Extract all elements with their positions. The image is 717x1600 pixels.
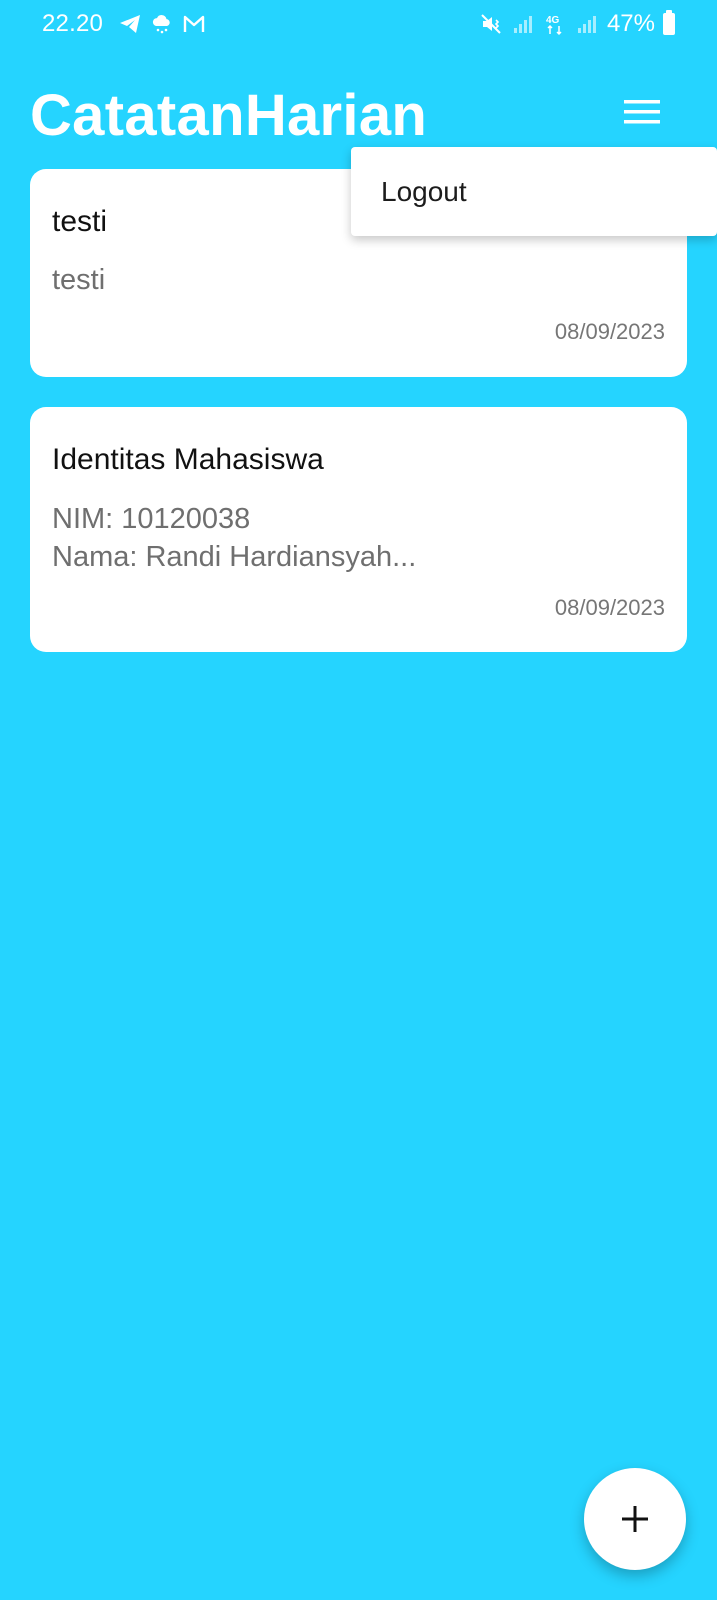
note-date: 08/09/2023 (554, 319, 665, 344)
signal-icon (575, 12, 599, 36)
notification-icons (118, 12, 206, 36)
note-card[interactable]: Identitas Mahasiswa NIM: 10120038 Nama: … (30, 407, 687, 652)
note-body: NIM: 10120038 Nama: Randi Hardiansyah... (52, 503, 417, 573)
4g-data-icon: 4G (543, 12, 567, 36)
telegram-icon (118, 12, 142, 36)
app-screen: 22.20 4G 47% CatatanHarian testi testi 0… (0, 0, 717, 1600)
add-note-button[interactable] (584, 1468, 686, 1570)
logout-menu-item[interactable]: Logout (351, 147, 717, 236)
note-body: testi (52, 264, 106, 296)
mute-vibrate-icon (479, 12, 503, 36)
plus-icon (622, 1506, 648, 1532)
note-title: testi (52, 205, 108, 238)
app-title: CatatanHarian (30, 83, 428, 148)
hamburger-menu-icon (624, 100, 660, 124)
status-time: 22.20 (42, 10, 104, 37)
gmail-icon (182, 12, 206, 36)
battery-icon (663, 10, 675, 35)
overflow-menu: Logout (351, 147, 717, 236)
note-title: Identitas Mahasiswa (52, 443, 324, 476)
system-icons: 4G 47% (479, 10, 675, 38)
weather-icon (150, 12, 174, 36)
hamburger-menu-button[interactable] (618, 88, 666, 136)
battery-percentage: 47% (606, 10, 655, 37)
signal-icon (511, 12, 535, 36)
status-bar: 22.20 4G 47% (0, 0, 717, 52)
note-date: 08/09/2023 (554, 595, 665, 620)
svg-text:4G: 4G (546, 15, 560, 26)
